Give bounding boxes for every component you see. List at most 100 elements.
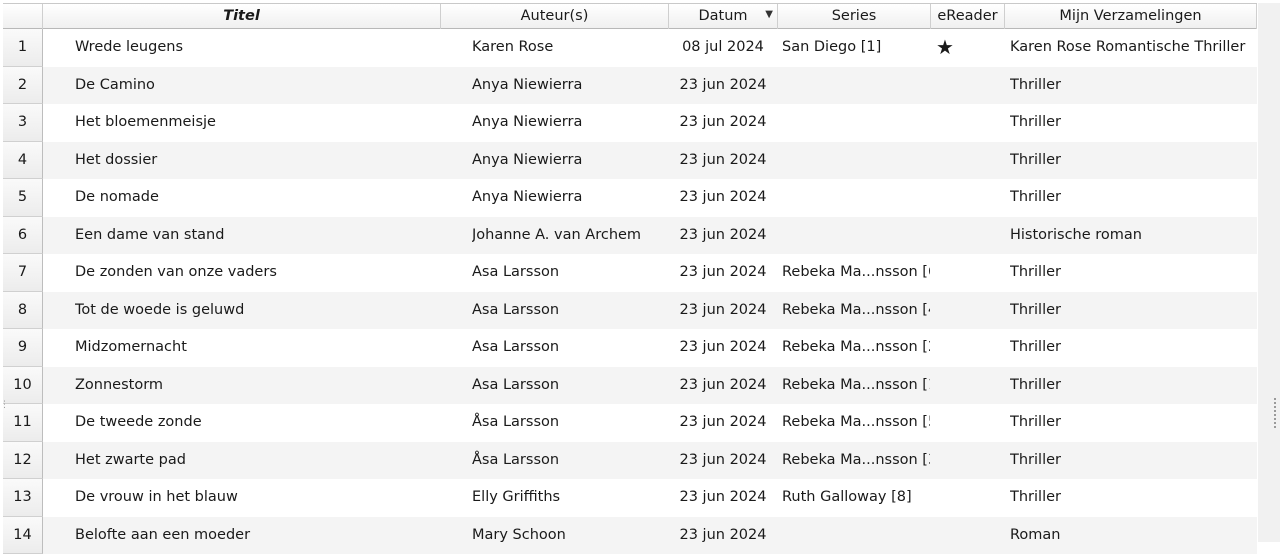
cell-title: Zonnestorm bbox=[75, 367, 435, 405]
cell-series bbox=[782, 517, 930, 554]
cell-title: De nomade bbox=[75, 179, 435, 217]
table-row[interactable]: 6 Een dame van stand Johanne A. van Archem… bbox=[3, 217, 1257, 255]
row-number: 8 bbox=[3, 292, 43, 330]
cell-ereader bbox=[933, 292, 957, 330]
column-header-author[interactable]: Auteur(s) bbox=[441, 4, 669, 29]
row-number: 14 bbox=[3, 517, 43, 554]
cell-ereader bbox=[933, 442, 957, 480]
cell-ereader bbox=[933, 67, 957, 105]
row-number: 7 bbox=[3, 254, 43, 292]
table-row[interactable]: 8Tot de woede is geluwdAsa Larsson23 jun… bbox=[3, 292, 1257, 330]
cell-collection: Thriller bbox=[1010, 142, 1255, 180]
cell-series bbox=[782, 217, 930, 255]
cell-collection: Karen Rose Romantische Thriller bbox=[1010, 29, 1255, 67]
cell-collection: Thriller bbox=[1010, 329, 1255, 367]
cell-collection: Thriller bbox=[1010, 292, 1255, 330]
table-row[interactable]: 10ZonnestormAsa Larsson23 jun 2024Rebeka… bbox=[3, 367, 1257, 405]
cell-series: Rebeka Ma...nsson [2] bbox=[782, 329, 930, 367]
cell-series: Rebeka Ma...nsson [6] bbox=[782, 254, 930, 292]
cell-date: 23 jun 2024 bbox=[668, 104, 778, 142]
row-number-header[interactable] bbox=[3, 4, 43, 29]
column-header-date[interactable]: Datum ▼ bbox=[669, 4, 778, 29]
column-header-ereader[interactable]: eReader bbox=[931, 4, 1005, 29]
table-row[interactable]: 14 Belofte aan een moeder Mary Schoon23 ju… bbox=[3, 517, 1257, 554]
table-row[interactable]: 3Het bloemenmeisjeAnya Niewierra23 jun 2… bbox=[3, 104, 1257, 142]
cell-date: 23 jun 2024 bbox=[668, 367, 778, 405]
cell-collection: Thriller bbox=[1010, 67, 1255, 105]
cell-date: 08 jul 2024 bbox=[668, 29, 778, 67]
cell-author: Åsa Larsson bbox=[472, 404, 662, 442]
cell-series bbox=[782, 104, 930, 142]
row-number: 4 bbox=[3, 142, 43, 180]
cell-title: De Camino bbox=[75, 67, 435, 105]
table-row[interactable]: 11De tweede zondeÅsa Larsson23 jun 2024R… bbox=[3, 404, 1257, 442]
cell-title: Het dossier bbox=[75, 142, 435, 180]
cell-date: 23 jun 2024 bbox=[668, 404, 778, 442]
vertical-scrollbar[interactable] bbox=[1258, 3, 1280, 542]
left-splitter-handle[interactable]: ⋮ bbox=[0, 400, 3, 428]
cell-author: Anya Niewierra bbox=[472, 104, 662, 142]
cell-author: Asa Larsson bbox=[472, 292, 662, 330]
column-header-title[interactable]: Titel bbox=[43, 4, 441, 29]
row-number: 3 bbox=[3, 104, 43, 142]
cell-author: Anya Niewierra bbox=[472, 142, 662, 180]
row-number: 6 bbox=[3, 217, 43, 255]
table-row[interactable]: 7De zonden van onze vadersAsa Larsson23 … bbox=[3, 254, 1257, 292]
row-number: 1 bbox=[3, 29, 43, 67]
cell-date: 23 jun 2024 bbox=[668, 292, 778, 330]
cell-collection: Thriller bbox=[1010, 479, 1255, 517]
cell-author: Karen Rose bbox=[472, 29, 662, 67]
book-table: Titel Auteur(s) Datum ▼ Series eReader M… bbox=[3, 3, 1257, 554]
cell-series bbox=[782, 142, 930, 180]
cell-date: 23 jun 2024 bbox=[668, 254, 778, 292]
cell-author: Johanne A. van Archem bbox=[472, 217, 662, 255]
cell-series bbox=[782, 179, 930, 217]
cell-series bbox=[782, 67, 930, 105]
cell-ereader bbox=[933, 142, 957, 180]
cell-author: Åsa Larsson bbox=[472, 442, 662, 480]
cell-title: Een dame van stand bbox=[75, 217, 435, 255]
table-row[interactable]: 5De nomadeAnya Niewierra23 jun 2024Thril… bbox=[3, 179, 1257, 217]
row-number: 10 bbox=[3, 367, 43, 405]
row-number: 9 bbox=[3, 329, 43, 367]
cell-title: De tweede zonde bbox=[75, 404, 435, 442]
cell-date: 23 jun 2024 bbox=[668, 217, 778, 255]
column-header-series[interactable]: Series bbox=[778, 4, 931, 29]
cell-ereader bbox=[933, 517, 957, 554]
cell-collection: Historische roman bbox=[1010, 217, 1255, 255]
cell-ereader bbox=[933, 404, 957, 442]
cell-author: Mary Schoon bbox=[472, 517, 662, 554]
cell-ereader bbox=[933, 479, 957, 517]
cell-author: Elly Griffiths bbox=[472, 479, 662, 517]
table-row[interactable]: 4Het dossierAnya Niewierra23 jun 2024Thr… bbox=[3, 142, 1257, 180]
table-row[interactable]: 13De vrouw in het blauwElly Griffiths23 … bbox=[3, 479, 1257, 517]
table-row[interactable]: 2 De Camino Anya Niewierra23 jun 2024 Thril… bbox=[3, 67, 1257, 105]
row-number: 2 bbox=[3, 67, 43, 105]
cell-date: 23 jun 2024 bbox=[668, 329, 778, 367]
table-body: 1Wrede leugensKaren Rose08 jul 2024San D… bbox=[3, 29, 1257, 554]
cell-collection: Thriller bbox=[1010, 104, 1255, 142]
cell-collection: Thriller bbox=[1010, 179, 1255, 217]
column-header-collections[interactable]: Mijn Verzamelingen bbox=[1005, 4, 1257, 29]
column-header-date-label: Datum bbox=[698, 8, 747, 24]
cell-title: De vrouw in het blauw bbox=[75, 479, 435, 517]
cell-date: 23 jun 2024 bbox=[668, 67, 778, 105]
cell-ereader bbox=[933, 179, 957, 217]
right-splitter-handle[interactable] bbox=[1274, 398, 1280, 428]
cell-ereader bbox=[933, 367, 957, 405]
cell-title: Belofte aan een moeder bbox=[75, 517, 435, 554]
row-number: 11 bbox=[3, 404, 43, 442]
cell-author: Asa Larsson bbox=[472, 329, 662, 367]
cell-author: Asa Larsson bbox=[472, 367, 662, 405]
cell-date: 23 jun 2024 bbox=[668, 179, 778, 217]
row-number: 12 bbox=[3, 442, 43, 480]
table-row[interactable]: 1Wrede leugensKaren Rose08 jul 2024San D… bbox=[3, 29, 1257, 67]
table-row[interactable]: 12Het zwarte padÅsa Larsson23 jun 2024Re… bbox=[3, 442, 1257, 480]
cell-date: 23 jun 2024 bbox=[668, 517, 778, 554]
cell-date: 23 jun 2024 bbox=[668, 479, 778, 517]
cell-author: Anya Niewierra bbox=[472, 67, 662, 105]
table-row[interactable]: 9MidzomernachtAsa Larsson23 jun 2024Rebe… bbox=[3, 329, 1257, 367]
cell-collection: Thriller bbox=[1010, 367, 1255, 405]
cell-title: Wrede leugens bbox=[75, 29, 435, 67]
cell-ereader bbox=[933, 104, 957, 142]
